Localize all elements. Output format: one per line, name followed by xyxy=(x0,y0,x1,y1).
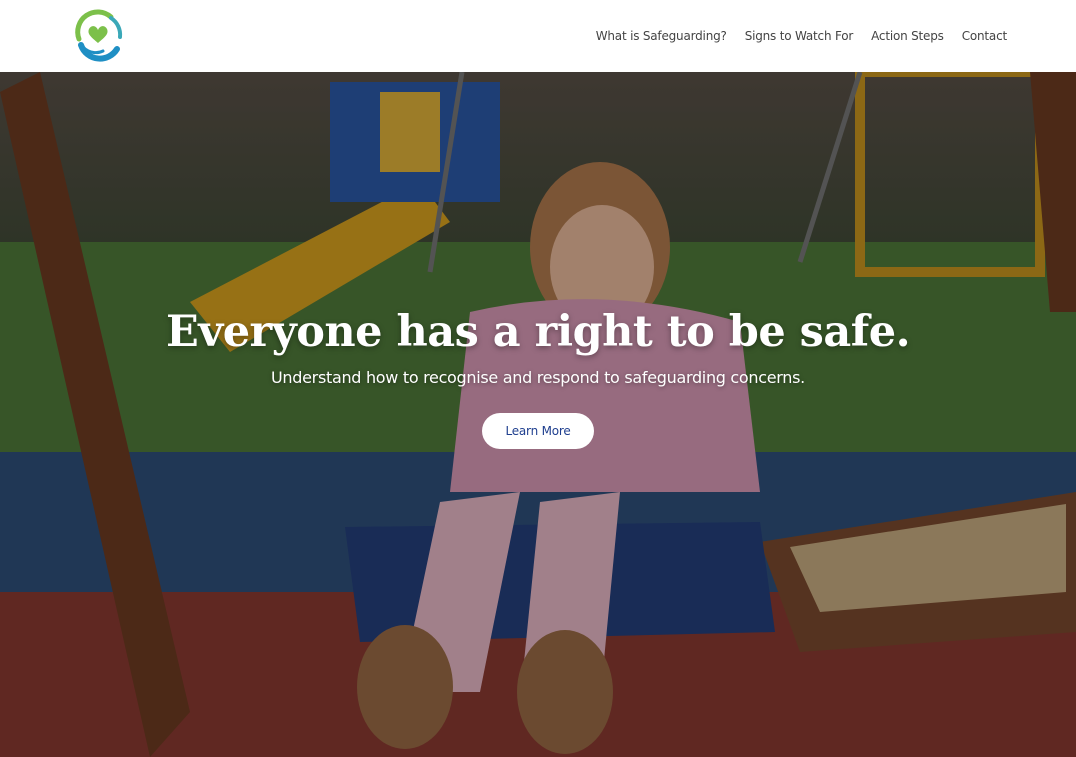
nav-link-contact[interactable]: Contact xyxy=(962,29,1007,43)
hero-subtitle: Understand how to recognise and respond … xyxy=(271,368,805,387)
hero-section: Everyone has a right to be safe. Underst… xyxy=(0,72,1076,757)
nav-link-signs-to-watch-for[interactable]: Signs to Watch For xyxy=(745,29,854,43)
nav-link-action-steps[interactable]: Action Steps xyxy=(871,29,944,43)
learn-more-button[interactable]: Learn More xyxy=(482,413,594,449)
nav-link-what-is-safeguarding[interactable]: What is Safeguarding? xyxy=(596,29,727,43)
hero-title: Everyone has a right to be safe. xyxy=(165,307,911,357)
main-nav: What is Safeguarding? Signs to Watch For… xyxy=(596,0,1007,72)
heart-in-hands-icon xyxy=(75,9,123,62)
hero-content: Everyone has a right to be safe. Underst… xyxy=(0,304,1076,449)
site-header: What is Safeguarding? Signs to Watch For… xyxy=(0,0,1076,72)
